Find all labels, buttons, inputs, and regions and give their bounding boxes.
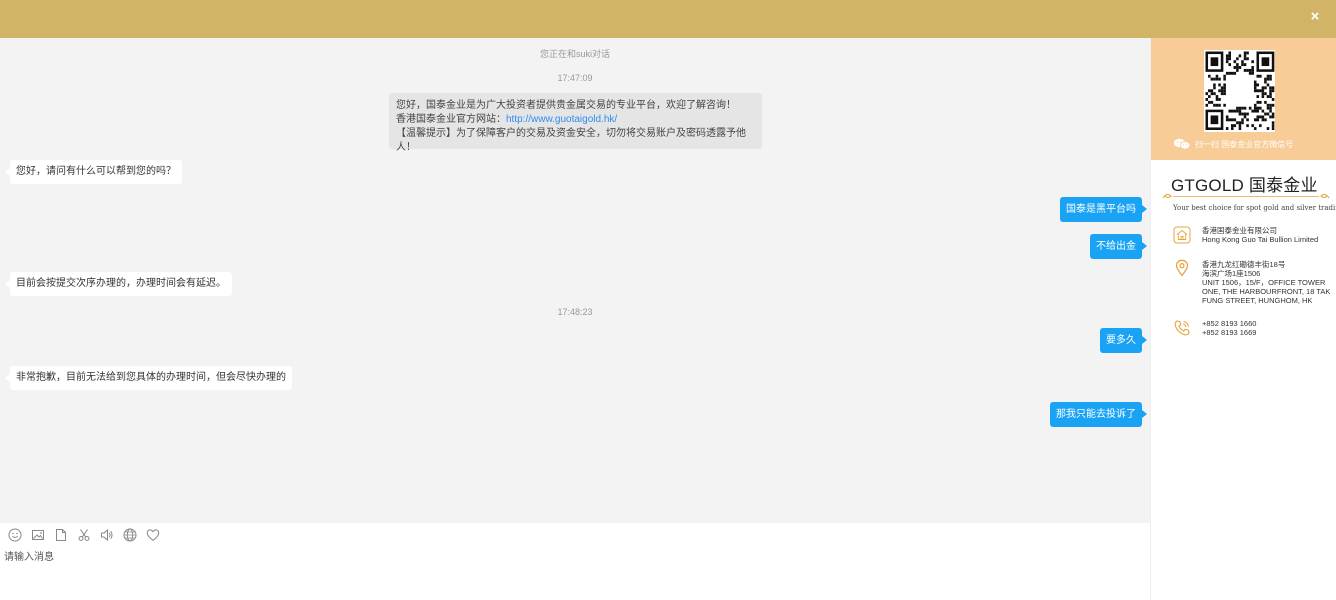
agent-message: 非常抱歉，目前无法给到您具体的办理时间，但会尽快办理的 [5,366,292,390]
chat-history[interactable]: 您正在和suki对话 17:47:09 您好，国泰金业是为广大投资者提供贵金属交… [0,38,1150,523]
welcome-line: 【温馨提示】为了保障客户的交易及资金安全，切勿将交易账户及密码透露予他人！ [396,128,746,153]
wechat-caption: 扫一扫 国泰金业官方微信号 [1195,139,1294,149]
wechat-qr-code [1204,50,1275,132]
company-name-en: Hong Kong Guo Tai Bullion Limited [1202,235,1319,244]
file-icon[interactable] [54,528,68,542]
address-line: 香港九龙红磡德丰街18号 [1202,260,1286,269]
heart-icon[interactable] [146,528,160,542]
location-pin-icon [1175,259,1189,277]
address-line: UNIT 1506，15/F，OFFICE TOWER [1202,278,1326,287]
slogan: Your best choice for spot gold and silve… [1173,204,1336,212]
image-icon[interactable] [31,528,45,542]
address-line: 海滨广场1座1506 [1202,269,1261,278]
address-line: FUNG STREET, HUNGHOM, HK [1202,296,1313,305]
composer-toolbar [8,528,160,544]
website-link[interactable]: http://www.guotaigold.hk/ [506,114,617,125]
message-input[interactable] [4,548,1144,596]
timestamp: 17:47:09 [557,73,593,83]
website-label: 香港国泰金业官方网站： [396,114,506,125]
message-composer [0,523,1150,600]
ornament-divider [1162,193,1330,199]
address-line: ONE, THE HARBOURFRONT, 18 TAK [1202,287,1331,296]
sound-icon[interactable] [100,528,114,542]
scissors-icon[interactable] [77,528,91,542]
company-name-cn: 香港国泰金业有限公司 [1202,226,1277,235]
user-message: 国泰是黑平台吗 [1060,197,1147,222]
phone-number: +852 8193 1660 [1202,319,1257,328]
welcome-line: 您好，国泰金业是为广大投资者提供贵金属交易的专业平台，欢迎了解咨询！ [396,100,736,111]
timestamp: 17:48:23 [557,307,593,317]
company-info: 香港国泰金业有限公司 Hong Kong Guo Tai Bullion Lim… [1202,226,1318,244]
agent-message: 目前会按提交次序办理的，办理时间会有延迟。 [5,272,232,296]
welcome-message: 您好，国泰金业是为广大投资者提供贵金属交易的专业平台，欢迎了解咨询！ 香港国泰金… [389,93,762,153]
address-info: 香港九龙红磡德丰街18号 海滨广场1座1506 UNIT 1506，15/F，O… [1202,260,1330,305]
wechat-icon [1174,138,1191,150]
globe-icon[interactable] [123,528,137,542]
phone-info: +852 8193 1660 +852 8193 1669 [1202,319,1256,337]
close-button[interactable]: × [1308,9,1322,24]
title-bar: × [0,0,1336,38]
building-icon [1173,226,1191,244]
phone-icon [1174,320,1190,336]
user-message: 要多久 [1100,328,1147,353]
agent-message: 您好，请问有什么可以帮到您的吗？ [5,160,182,184]
user-message: 不给出金 [1090,234,1147,259]
welcome-line: 香港国泰金业官方网站：http://www.guotaigold.hk/ [396,113,755,127]
company-sidebar: 扫一扫 国泰金业官方微信号 GTGOLD 国泰金业 Your best choi… [1150,38,1336,600]
qr-panel: 扫一扫 国泰金业官方微信号 [1151,38,1336,160]
user-message: 那我只能去投诉了 [1050,402,1147,427]
phone-number: +852 8193 1669 [1202,328,1257,337]
smile-icon[interactable] [8,528,22,542]
wechat-caption-row: 扫一扫 国泰金业官方微信号 [1173,138,1293,150]
session-notice: 您正在和suki对话 [539,49,610,59]
